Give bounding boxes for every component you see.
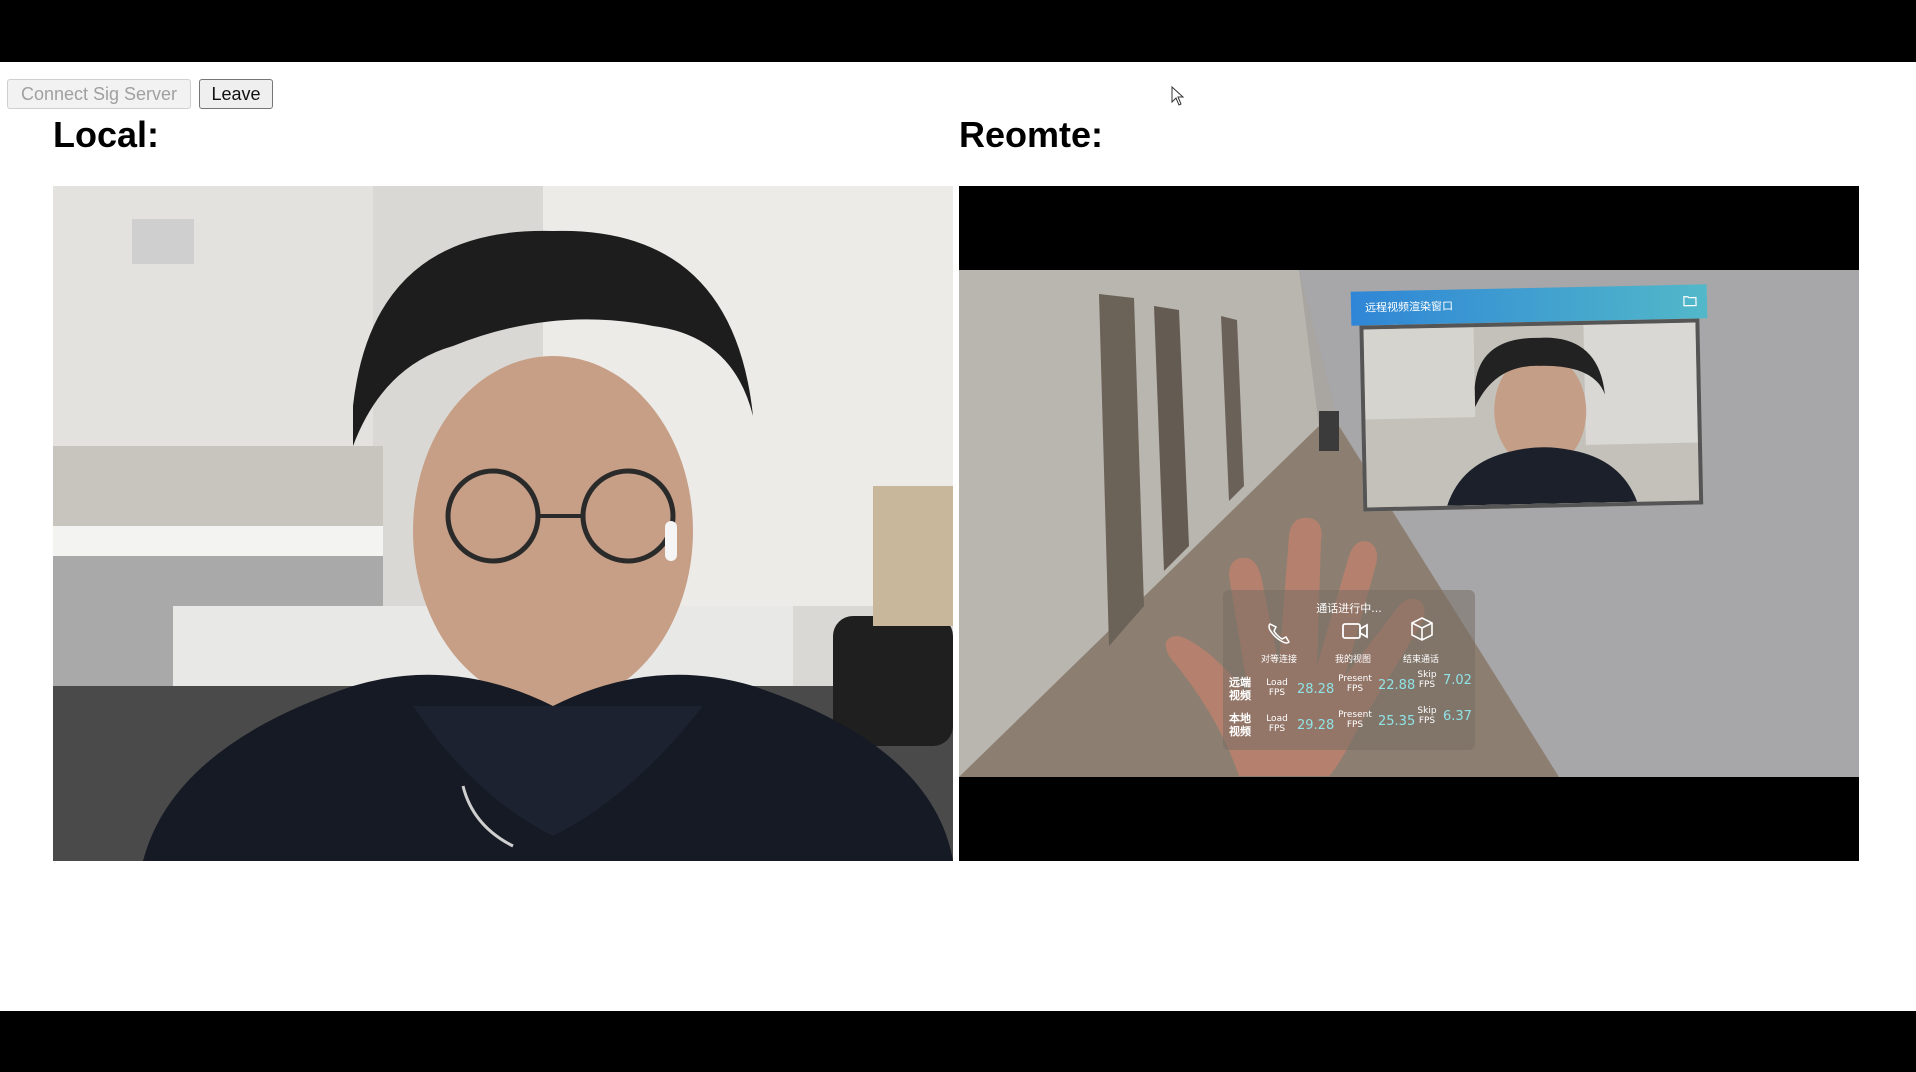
load-fps-value: 28.28 <box>1297 682 1335 697</box>
stats-row-label: 本地视频 <box>1229 712 1251 738</box>
top-black-bar <box>0 0 1916 62</box>
phone-icon[interactable] <box>1265 620 1293 646</box>
remote-render-window-view <box>1359 318 1704 512</box>
action-my-view[interactable]: 我的视图 <box>1323 652 1383 665</box>
action-end-call[interactable]: 结束通话 <box>1391 652 1451 665</box>
mouse-cursor-icon <box>1171 86 1185 106</box>
present-fps-label: Present FPS <box>1338 674 1372 694</box>
local-heading: Local: <box>53 114 160 155</box>
load-fps-label: Load FPS <box>1266 714 1288 734</box>
load-fps-label: Load FPS <box>1266 678 1288 698</box>
leave-button[interactable]: Leave <box>199 79 273 109</box>
skip-fps-label: Skip FPS <box>1417 670 1437 690</box>
local-video <box>53 186 953 861</box>
present-fps-label: Present FPS <box>1338 710 1372 730</box>
call-hud-panel: 通话进行中... 对等连接 我的视图 结束通话 远端视频 Load FPS 28… <box>1223 590 1475 750</box>
connect-sig-server-button[interactable]: Connect Sig Server <box>7 79 191 109</box>
remote-heading: Reomte: <box>959 114 1104 155</box>
load-fps-value: 29.28 <box>1297 718 1335 733</box>
skip-fps-value: 7.02 <box>1443 673 1472 688</box>
skip-fps-label: Skip FPS <box>1417 706 1437 726</box>
cube-icon[interactable] <box>1409 616 1435 642</box>
local-camera-feed <box>53 186 953 861</box>
present-fps-value: 22.88 <box>1378 678 1416 693</box>
call-status-text: 通话进行中... <box>1316 602 1382 615</box>
stats-row-label: 远端视频 <box>1229 676 1251 702</box>
video-camera-icon[interactable] <box>1341 620 1369 642</box>
window-folder-icon[interactable] <box>1683 295 1697 307</box>
present-fps-value: 25.35 <box>1378 714 1416 729</box>
remote-video: 远程视频渲染窗口 通话进行中... 对等连接 我的视图 结束通话 远端视频 Lo… <box>959 186 1859 861</box>
remote-render-window: 远程视频渲染窗口 <box>1350 284 1712 515</box>
bottom-black-bar <box>0 1011 1916 1072</box>
skip-fps-value: 6.37 <box>1443 709 1472 724</box>
action-peer-connect[interactable]: 对等连接 <box>1249 652 1309 665</box>
